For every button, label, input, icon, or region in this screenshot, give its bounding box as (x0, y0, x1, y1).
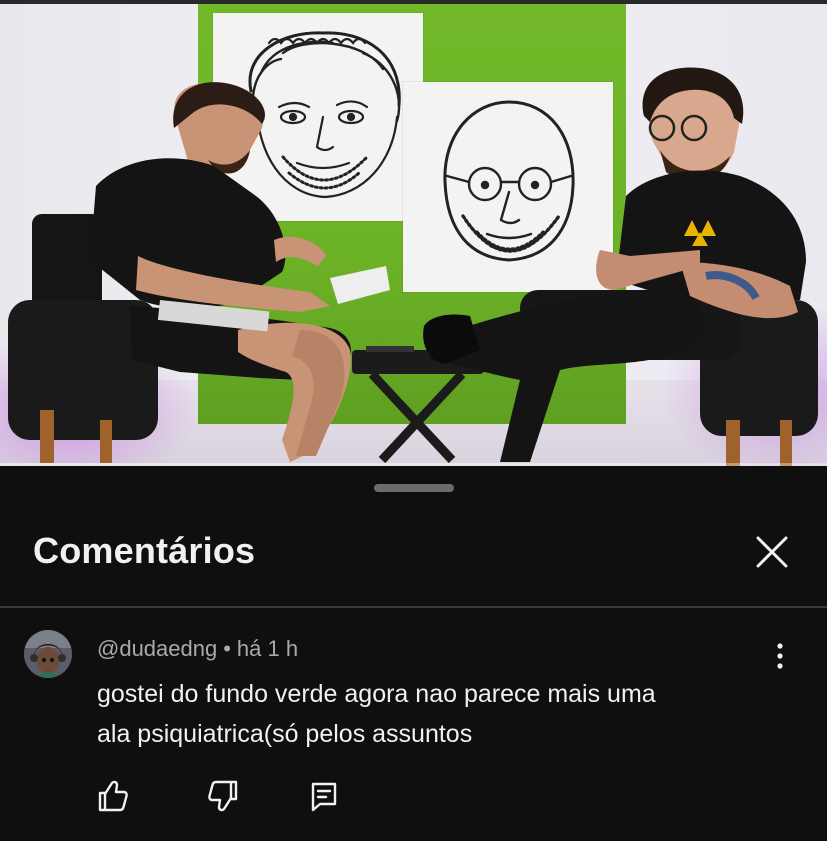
comments-sheet: Comentários @dudaedng • há 1 h gostei do… (0, 466, 827, 841)
youtube-comments-screen: Comentários @dudaedng • há 1 h gostei do… (0, 0, 827, 841)
studio-scene (8, 67, 818, 466)
sheet-drag-handle[interactable] (374, 484, 454, 492)
comment-author[interactable]: @dudaedng (97, 636, 217, 661)
avatar[interactable] (24, 630, 72, 678)
more-vertical-icon (777, 643, 783, 669)
dislike-button[interactable] (204, 776, 244, 816)
comment-text: gostei do fundo verde agora nao parece m… (97, 680, 656, 748)
like-button[interactable] (92, 776, 132, 816)
comment-time: há 1 h (236, 636, 299, 661)
comment-meta: @dudaedng • há 1 h (97, 636, 298, 662)
video-player[interactable] (0, 0, 827, 466)
close-icon (756, 536, 788, 568)
meta-separator: • (223, 636, 231, 661)
reply-button[interactable] (304, 776, 344, 816)
comment-item: @dudaedng • há 1 h gostei do fundo verde a… (0, 608, 827, 841)
sheet-title: Comentários (33, 530, 256, 571)
thumbs-up-icon (98, 780, 128, 812)
avatar-image (24, 630, 72, 678)
thumbs-down-icon (208, 780, 238, 812)
close-button[interactable] (748, 528, 796, 576)
reply-icon (311, 782, 337, 812)
more-options-button[interactable] (766, 638, 794, 674)
